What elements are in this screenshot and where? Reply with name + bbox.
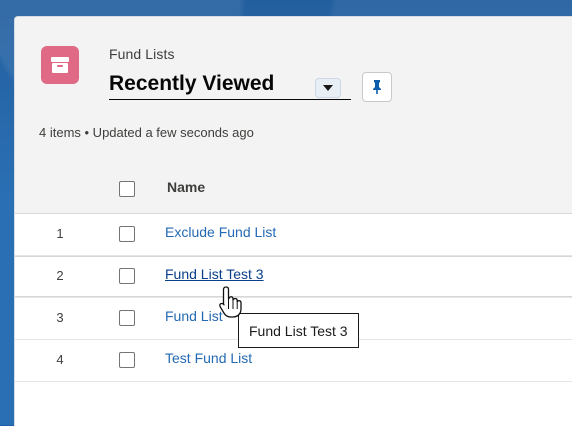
fund-list-link[interactable]: Exclude Fund List <box>165 224 276 240</box>
row-checkbox[interactable] <box>119 310 135 326</box>
fund-list-link[interactable]: Fund List Test 3 <box>165 266 264 282</box>
chevron-down-icon <box>323 85 333 91</box>
link-tooltip: Fund List Test 3 <box>238 313 359 348</box>
object-label: Fund Lists <box>109 46 175 62</box>
select-all-checkbox[interactable] <box>119 181 135 197</box>
hand-cursor-icon <box>219 286 242 318</box>
name-column-header[interactable]: Name <box>167 179 205 195</box>
row-checkbox[interactable] <box>119 226 135 242</box>
table-header <box>15 165 572 214</box>
row-number: 1 <box>56 226 64 241</box>
row-number: 2 <box>56 268 64 283</box>
fund-list-link[interactable]: Test Fund List <box>165 350 252 366</box>
row-number: 4 <box>56 352 64 367</box>
row-checkbox[interactable] <box>119 352 135 368</box>
table-row: 2 Fund List Test 3 <box>15 256 572 298</box>
archive-icon <box>41 46 79 84</box>
pin-icon <box>373 80 381 94</box>
row-number: 3 <box>56 310 64 325</box>
fund-list-link[interactable]: Fund List <box>165 308 223 324</box>
table-row: 1 Exclude Fund List <box>15 214 572 256</box>
title-underline <box>109 99 351 100</box>
row-checkbox[interactable] <box>119 268 135 284</box>
list-view-panel: Fund Lists Recently Viewed 4 items • Upd… <box>14 16 572 426</box>
list-view-header: Fund Lists Recently Viewed 4 items • Upd… <box>15 17 572 166</box>
list-view-meta: 4 items • Updated a few seconds ago <box>39 125 254 140</box>
list-view-title[interactable]: Recently Viewed <box>109 71 274 97</box>
list-view-dropdown-button[interactable] <box>315 78 341 98</box>
pin-list-view-button[interactable] <box>362 72 392 102</box>
